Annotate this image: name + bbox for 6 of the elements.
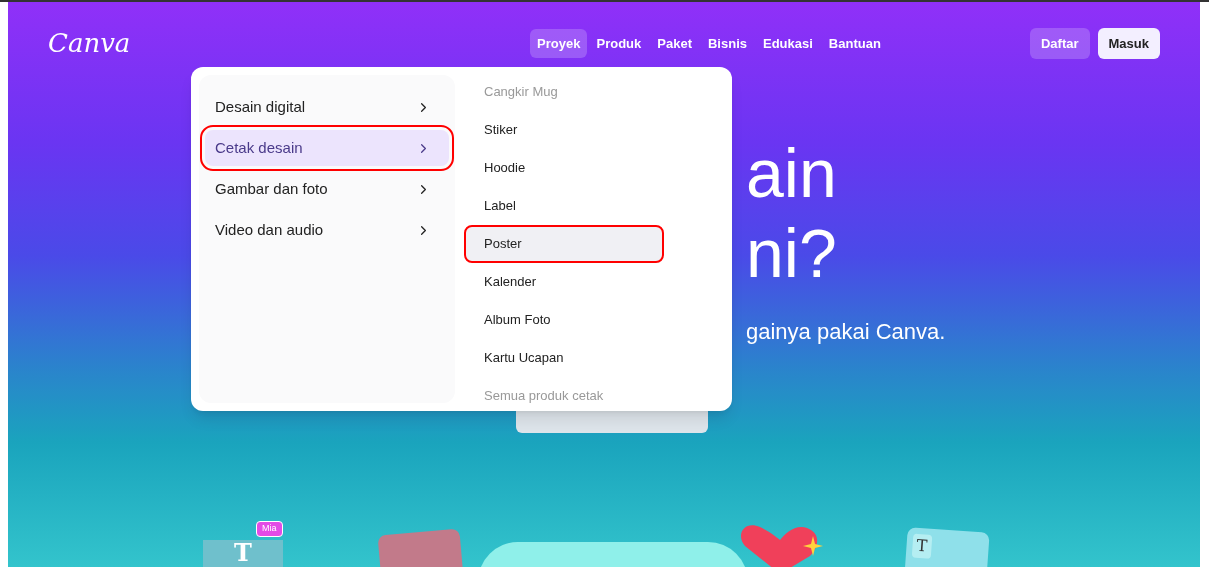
text-tool-letter: T (911, 533, 933, 559)
name-tag: Mia (256, 521, 283, 537)
hero-heading: ni? (746, 214, 838, 293)
hero-heading: ain (746, 134, 838, 213)
card-letter: T (234, 540, 252, 567)
hero-subtitle: gainya pakai Canva. (746, 318, 947, 346)
